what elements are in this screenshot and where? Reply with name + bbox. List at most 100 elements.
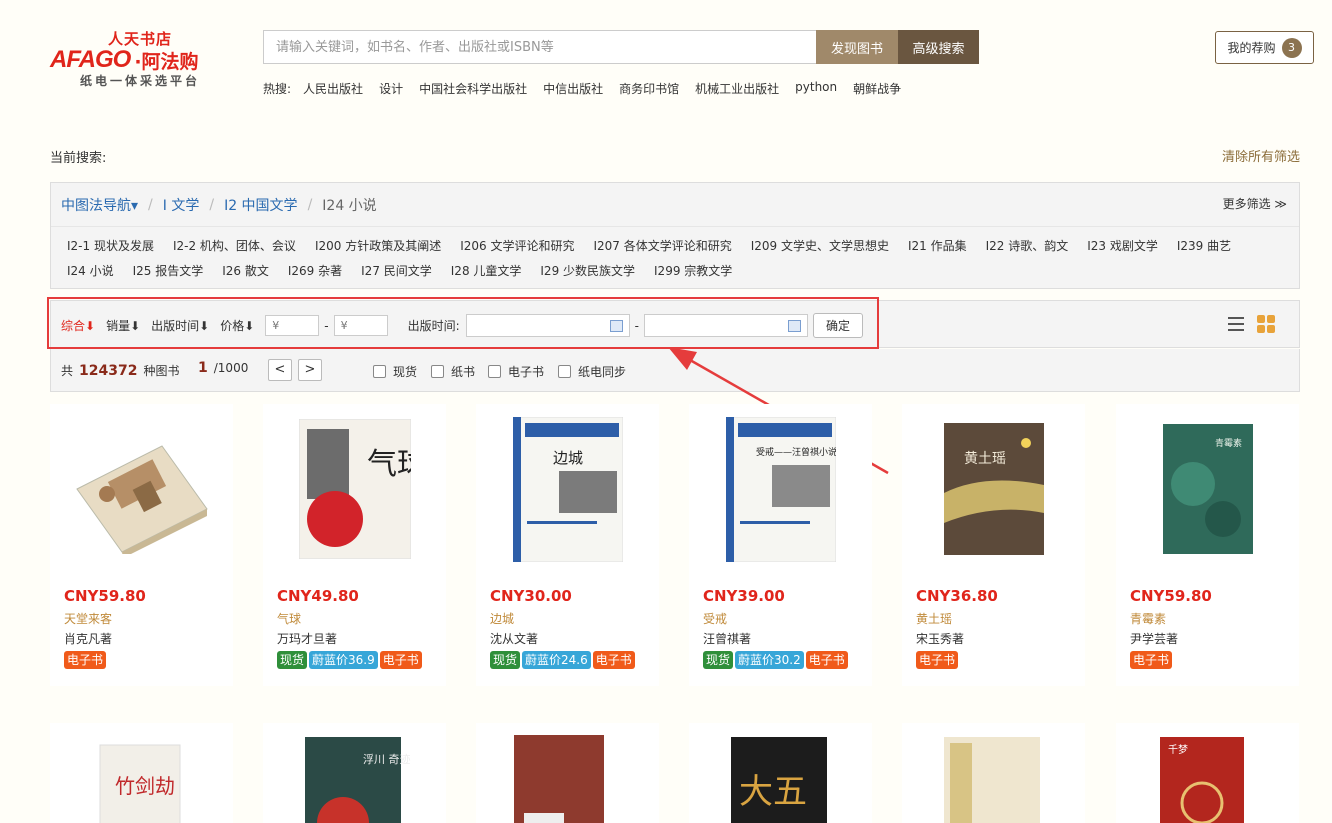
subcategory-item[interactable]: I28 儿童文学 [451, 263, 522, 279]
find-books-button[interactable]: 发现图书 [816, 30, 898, 64]
result-count-bar: 共 124372 种图书 1 /1000 < > 现货 纸书 电子书 纸电同步 [50, 349, 1300, 392]
site-logo[interactable]: 人天书店 AFAGO ·阿法购 纸电一体采选平台 [50, 28, 240, 92]
breadcrumb-item[interactable]: I2 中国文学 [224, 195, 298, 215]
filter-paper-checkbox[interactable]: 纸书 [431, 363, 475, 380]
book-cover[interactable]: 浮川 奇迹 [263, 723, 446, 823]
product-card[interactable]: 黄土瑶 CNY36.80 黄土瑶 宋玉秀著 电子书 [902, 404, 1085, 686]
product-title[interactable]: 受戒 [703, 610, 727, 627]
cover-title: 黄土瑶 [964, 450, 1006, 467]
subcategory-item[interactable]: I299 宗教文学 [654, 263, 732, 279]
book-cover[interactable]: 黄土瑶 [902, 404, 1085, 574]
ebook-tag: 电子书 [379, 651, 422, 669]
subcategory-item[interactable]: I24 小说 [67, 263, 114, 279]
product-title[interactable]: 黄土瑶 [916, 610, 952, 627]
cover-title: 千梦 [1168, 744, 1188, 756]
breadcrumb-current: I24 小说 [322, 198, 377, 214]
product-card[interactable]: 青霉素 CNY59.80 青霉素 尹学芸著 电子书 [1116, 404, 1299, 686]
book-cover[interactable]: 青霉素 [1116, 404, 1299, 574]
advanced-search-button[interactable]: 高级搜索 [898, 30, 979, 64]
product-card[interactable]: 气球 CNY49.80 气球 万玛才旦著 现货 蔚蓝价36.9 电子书 [263, 404, 446, 686]
product-price: CNY30.00 [490, 587, 572, 605]
total-pages: /1000 [213, 361, 249, 375]
subcategory-item[interactable]: I22 诗歌、韵文 [986, 238, 1069, 254]
list-view-icon[interactable] [1228, 317, 1244, 331]
book-cover[interactable]: 受戒——汪曾祺小说精选 [689, 404, 872, 574]
subcategory-item[interactable]: I239 曲艺 [1177, 238, 1231, 254]
product-card[interactable] [476, 723, 659, 823]
hot-item[interactable]: 机械工业出版社 [695, 80, 779, 97]
filter-ebook-checkbox[interactable]: 电子书 [488, 363, 544, 380]
subcategory-item[interactable]: I269 杂著 [288, 263, 342, 279]
vip-price-tag: 蔚蓝价30.2 [735, 651, 804, 669]
checkbox-label: 纸电同步 [578, 365, 627, 379]
hot-item[interactable]: 人民出版社 [303, 80, 363, 97]
hot-item[interactable]: 中国社会科学出版社 [419, 80, 527, 97]
book-cover[interactable]: 竹剑劫 [50, 723, 233, 823]
prev-page-button[interactable]: < [268, 359, 292, 381]
grid-view-icon[interactable] [1257, 315, 1275, 333]
product-title[interactable]: 青霉素 [1130, 610, 1166, 627]
product-card[interactable] [902, 723, 1085, 823]
in-stock-tag: 现货 [277, 651, 308, 669]
cart-count-badge: 3 [1281, 37, 1302, 58]
product-card[interactable]: 浮川 奇迹 [263, 723, 446, 823]
cover-title: 浮川 奇迹 [363, 753, 411, 766]
product-card[interactable]: 竹剑劫 [50, 723, 233, 823]
hot-label: 热搜: [263, 82, 292, 96]
product-card[interactable]: 边城 CNY30.00 边城 沈从文著 现货 蔚蓝价24.6 电子书 [476, 404, 659, 686]
subcategory-item[interactable]: I23 戏剧文学 [1087, 238, 1158, 254]
subcategory-item[interactable]: I209 文学史、文学思想史 [751, 238, 889, 254]
product-card[interactable]: CNY59.80 天堂来客 肖克凡著 电子书 [50, 404, 233, 686]
subcategory-item[interactable]: I206 文学评论和研究 [460, 238, 574, 254]
cover-text: 气球 [367, 447, 411, 482]
breadcrumb: 中图法导航▾ / I 文学 / I2 中国文学 / I24 小说 [61, 195, 377, 215]
hot-item[interactable]: 商务印书馆 [619, 80, 679, 97]
book-cover[interactable]: 千梦 [1116, 723, 1299, 823]
clear-filters-link[interactable]: 清除所有筛选 [1222, 146, 1300, 165]
hot-item[interactable]: 朝鲜战争 [853, 80, 901, 97]
product-card[interactable]: 千梦 [1116, 723, 1299, 823]
book-cover[interactable] [50, 404, 233, 574]
product-card[interactable]: 大五 [689, 723, 872, 823]
product-author: 汪曾祺著 [703, 632, 752, 646]
subcategory-item[interactable]: I25 报告文学 [133, 263, 204, 279]
recommend-cart-button[interactable]: 我的荐购 3 [1215, 31, 1314, 64]
next-page-button[interactable]: > [298, 359, 322, 381]
product-title[interactable]: 气球 [277, 610, 301, 627]
subcategory-item[interactable]: I207 各体文学评论和研究 [593, 238, 731, 254]
in-stock-tag: 现货 [490, 651, 521, 669]
subcategory-item[interactable]: I26 散文 [222, 263, 269, 279]
search-input[interactable] [263, 30, 816, 64]
book-cover[interactable] [902, 723, 1085, 823]
product-title[interactable]: 天堂来客 [64, 610, 112, 627]
book-cover[interactable]: 大五 [689, 723, 872, 823]
breadcrumb-item[interactable]: I 文学 [163, 195, 200, 215]
filter-sync-checkbox[interactable]: 纸电同步 [558, 363, 626, 380]
clc-nav-dropdown[interactable]: 中图法导航▾ [61, 195, 138, 215]
book-cover[interactable]: 气球 [263, 404, 446, 574]
hot-item[interactable]: python [795, 80, 837, 97]
subcategory-item[interactable]: I2-2 机构、团体、会议 [173, 238, 296, 254]
more-filters-toggle[interactable]: 更多筛选 ≫ [1223, 195, 1287, 212]
filter-stock-checkbox[interactable]: 现货 [373, 363, 417, 380]
book-cover[interactable]: 边城 [476, 404, 659, 574]
logo-tagline: 纸电一体采选平台 [80, 74, 201, 88]
count-suffix: 种图书 [143, 364, 180, 378]
product-card[interactable]: 受戒——汪曾祺小说精选 CNY39.00 受戒 汪曾祺著 现货 蔚蓝价30.2 … [689, 404, 872, 686]
subcategory-item[interactable]: I2-1 现状及发展 [67, 238, 154, 254]
current-search-label: 当前搜索: [50, 151, 107, 166]
hot-item[interactable]: 中信出版社 [543, 80, 603, 97]
category-panel: 中图法导航▾ / I 文学 / I2 中国文学 / I24 小说 更多筛选 ≫ … [50, 182, 1300, 289]
subcategory-item[interactable]: I21 作品集 [908, 238, 967, 254]
subcategory-item[interactable]: I200 方针政策及其阐述 [315, 238, 441, 254]
logo-brand: AFAGO [50, 46, 131, 73]
subcategory-item[interactable]: I27 民间文学 [361, 263, 432, 279]
subcategory-list: I2-1 现状及发展 I2-2 机构、团体、会议 I200 方针政策及其阐述 I… [67, 238, 1277, 279]
book-cover[interactable] [476, 723, 659, 823]
subcategory-item[interactable]: I29 少数民族文学 [540, 263, 635, 279]
hot-item[interactable]: 设计 [379, 80, 403, 97]
count-prefix: 共 [61, 364, 74, 378]
vip-price-tag: 蔚蓝价36.9 [309, 651, 378, 669]
product-title[interactable]: 边城 [490, 610, 514, 627]
ebook-tag: 电子书 [592, 651, 635, 669]
